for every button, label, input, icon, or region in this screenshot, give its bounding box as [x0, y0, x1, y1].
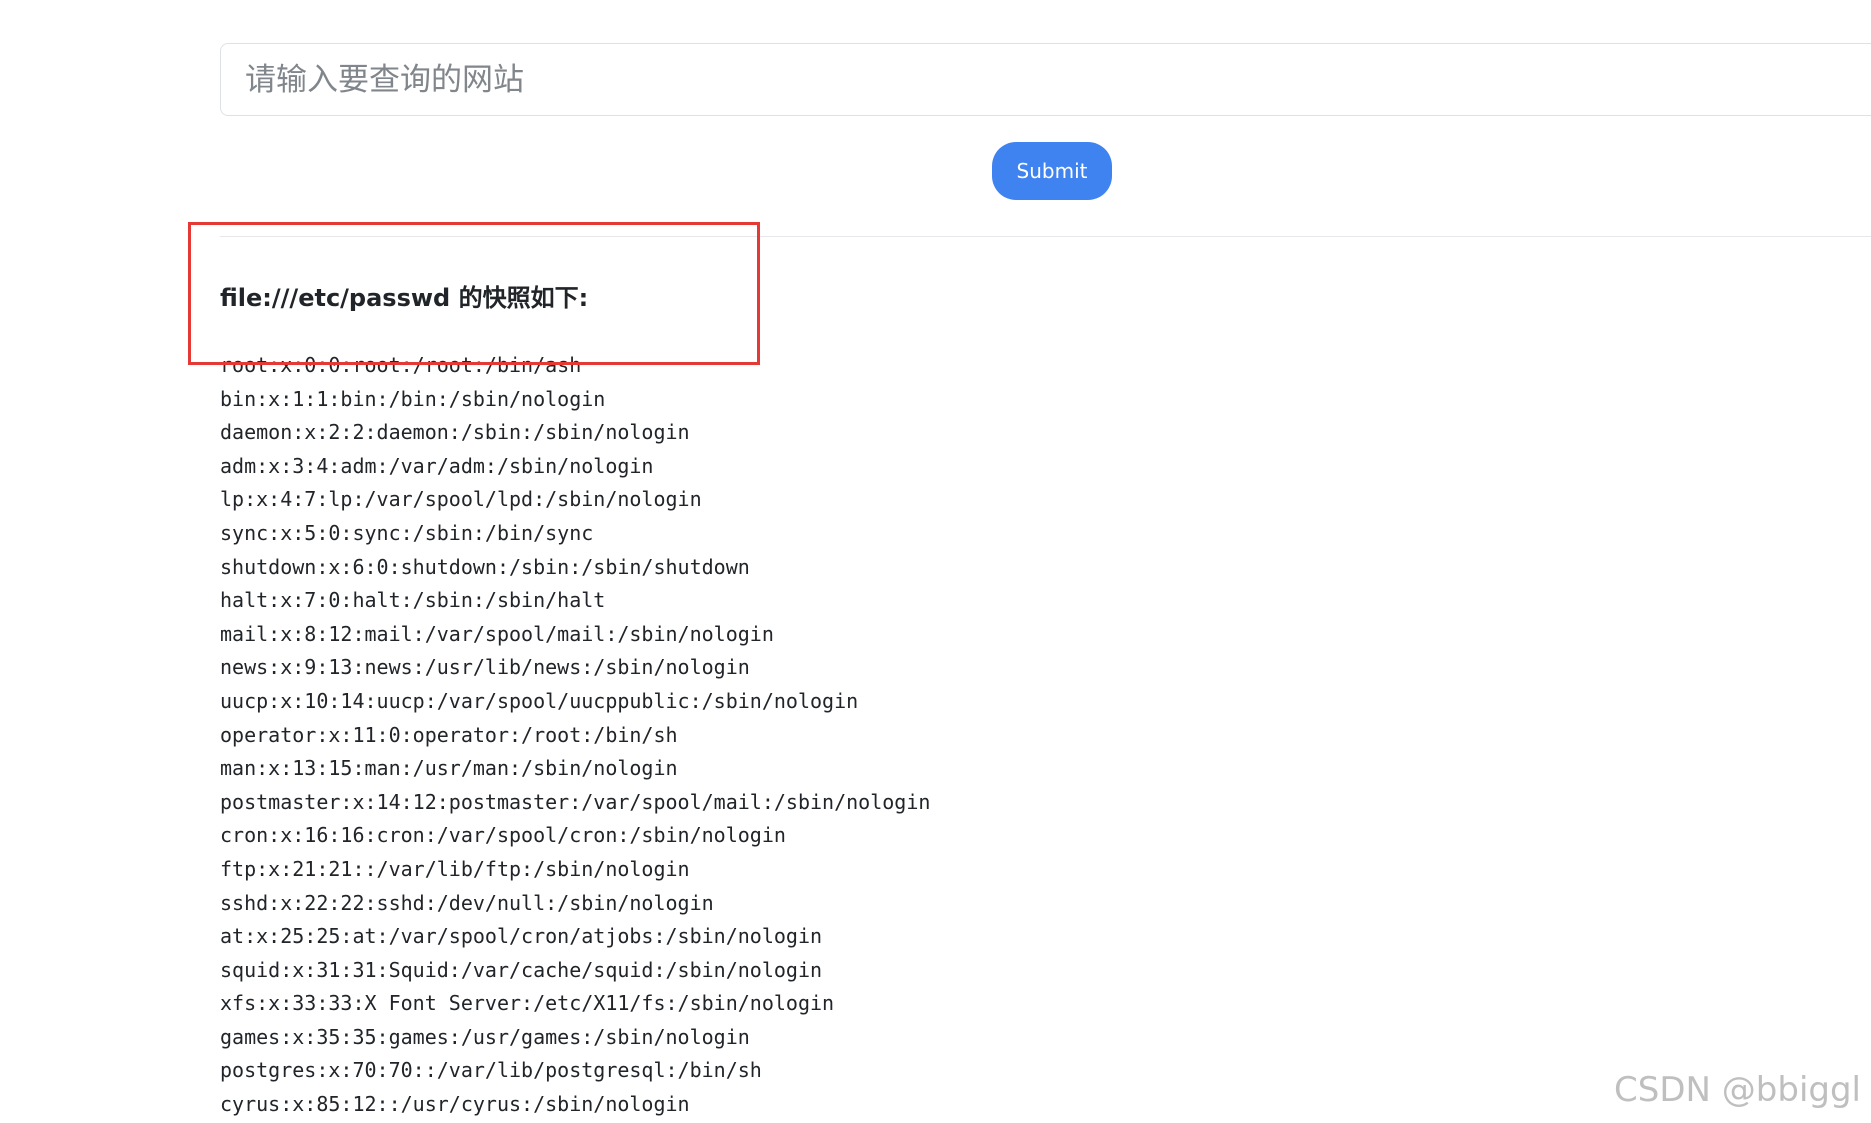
passwd-line: mail:x:8:12:mail:/var/spool/mail:/sbin/n… — [220, 621, 774, 646]
passwd-line: bin:x:1:1:bin:/bin:/sbin/nologin — [220, 386, 606, 411]
passwd-line: sync:x:5:0:sync:/sbin:/bin/sync — [220, 520, 594, 545]
passwd-line: games:x:35:35:games:/usr/games:/sbin/nol… — [220, 1024, 750, 1049]
passwd-line: at:x:25:25:at:/var/spool/cron/atjobs:/sb… — [220, 924, 823, 949]
passwd-line: xfs:x:33:33:X Font Server:/etc/X11/fs:/s… — [220, 991, 835, 1016]
passwd-line: ftp:x:21:21::/var/lib/ftp:/sbin/nologin — [220, 856, 690, 881]
passwd-line: postmaster:x:14:12:postmaster:/var/spool… — [220, 789, 931, 814]
passwd-line: cyrus:x:85:12::/usr/cyrus:/sbin/nologin — [220, 1092, 690, 1117]
passwd-line: shutdown:x:6:0:shutdown:/sbin:/sbin/shut… — [220, 554, 750, 579]
passwd-line: lp:x:4:7:lp:/var/spool/lpd:/sbin/nologin — [220, 487, 702, 512]
passwd-line: man:x:13:15:man:/usr/man:/sbin/nologin — [220, 756, 678, 781]
result-heading: file:///etc/passwd 的快照如下: — [220, 284, 589, 312]
passwd-line: daemon:x:2:2:daemon:/sbin:/sbin/nologin — [220, 420, 690, 445]
section-divider — [220, 236, 1871, 237]
passwd-line: cron:x:16:16:cron:/var/spool/cron:/sbin/… — [220, 823, 786, 848]
passwd-line: squid:x:31:31:Squid:/var/cache/squid:/sb… — [220, 957, 823, 982]
passwd-line: postgres:x:70:70::/var/lib/postgresql:/b… — [220, 1058, 762, 1083]
passwd-line: halt:x:7:0:halt:/sbin:/sbin/halt — [220, 588, 606, 613]
passwd-line: adm:x:3:4:adm:/var/adm:/sbin/nologin — [220, 453, 654, 478]
passwd-content: root:x:0:0:root:/root:/bin/ash bin:x:1:1… — [220, 349, 930, 1122]
passwd-line: sshd:x:22:22:sshd:/dev/null:/sbin/nologi… — [220, 890, 714, 915]
passwd-line: root:x:0:0:root:/root:/bin/ash — [220, 353, 582, 377]
passwd-line: news:x:9:13:news:/usr/lib/news:/sbin/nol… — [220, 655, 750, 680]
csdn-watermark: CSDN @bbiggl — [1614, 1070, 1861, 1110]
submit-button[interactable]: Submit — [992, 142, 1112, 200]
passwd-line: uucp:x:10:14:uucp:/var/spool/uucppublic:… — [220, 688, 859, 713]
passwd-line: operator:x:11:0:operator:/root:/bin/sh — [220, 722, 678, 747]
url-search-input[interactable] — [220, 43, 1871, 116]
